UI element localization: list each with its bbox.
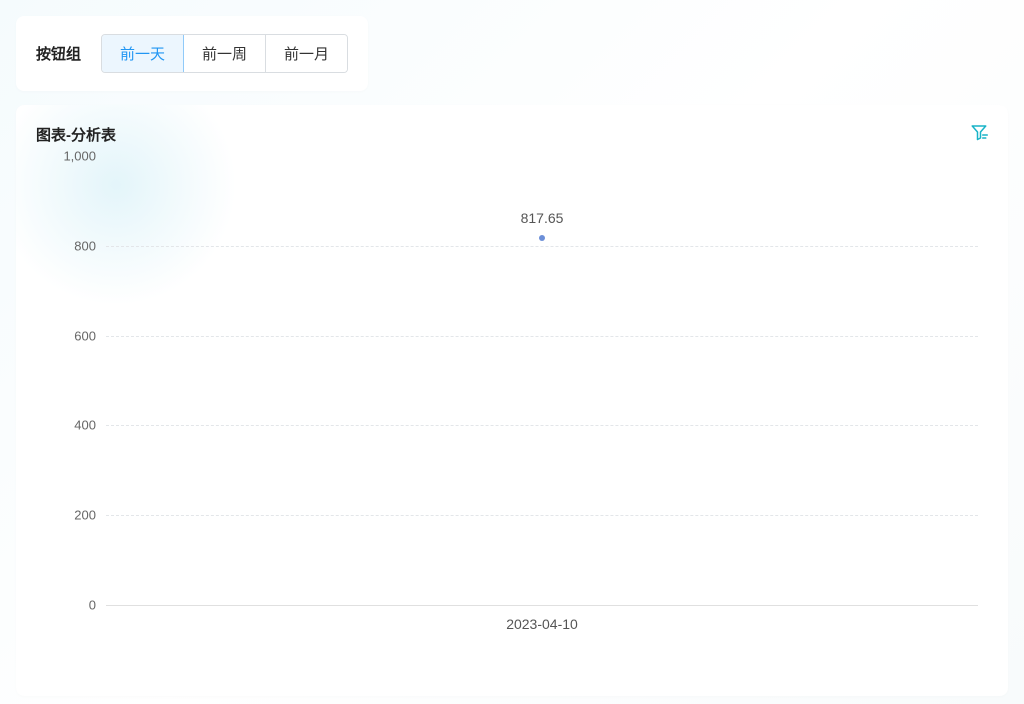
time-range-prev-month[interactable]: 前一月 (266, 35, 347, 72)
x-axis: 2023-04-10 (106, 606, 978, 636)
gridline (106, 336, 978, 337)
chart-plot: 02004006008001,000817.65 2023-04-10 (36, 156, 988, 666)
y-tick-label: 400 (36, 418, 96, 433)
x-tick-label: 2023-04-10 (506, 616, 578, 632)
data-point[interactable] (539, 235, 545, 241)
y-tick-label: 0 (36, 598, 96, 613)
chart-header: 图表-分析表 (36, 123, 988, 146)
chart-title: 图表-分析表 (36, 124, 116, 145)
time-range-prev-week[interactable]: 前一周 (184, 35, 266, 72)
time-range-prev-day[interactable]: 前一天 (102, 35, 184, 72)
filter-icon[interactable] (970, 123, 988, 146)
button-group-card: 按钮组 前一天前一周前一月 (16, 16, 368, 91)
y-tick-label: 600 (36, 328, 96, 343)
y-tick-label: 200 (36, 508, 96, 523)
chart-card: 图表-分析表 02004006008001,000817.65 2023-04-… (16, 105, 1008, 696)
plot-area: 02004006008001,000817.65 (106, 156, 978, 606)
time-range-segmented: 前一天前一周前一月 (101, 34, 348, 73)
gridline (106, 425, 978, 426)
data-point-label: 817.65 (521, 210, 564, 226)
y-tick-label: 800 (36, 238, 96, 253)
gridline (106, 515, 978, 516)
button-group-label: 按钮组 (36, 43, 81, 64)
y-tick-label: 1,000 (36, 149, 96, 164)
gridline (106, 246, 978, 247)
